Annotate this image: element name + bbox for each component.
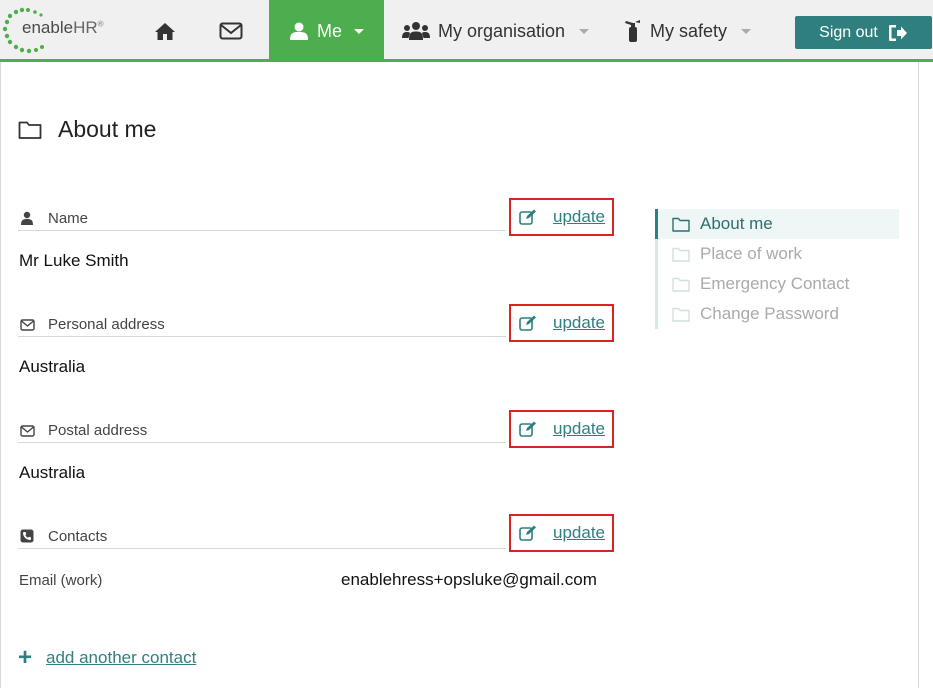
edit-icon [519,421,536,437]
sidenav-item-place-of-work[interactable]: Place of work [655,239,899,269]
postal-address-update-link[interactable]: update [553,419,605,439]
sidenav-item-label: Change Password [700,304,839,323]
nav-home[interactable] [148,0,182,62]
contacts-label: Contacts [48,528,108,545]
personal-address-label: Personal address [48,316,165,333]
add-another-contact-link[interactable]: add another contact [46,648,196,668]
envelope-icon [19,425,35,437]
contacts-update-highlight: update [509,514,614,552]
postal-address-value: Australia [19,463,86,482]
home-icon [155,23,175,40]
user-icon [289,22,308,40]
nav-my-safety-label: My safety [650,20,728,41]
folder-icon [672,247,690,262]
name-section-label: Name [48,210,89,227]
top-navbar: enableHR® Me My organisation My safety S… [0,0,933,62]
sidenav-item-label: About me [700,214,773,233]
chevron-down-icon [741,28,752,34]
logo-registered-mark: ® [97,19,104,29]
sidenav-item-about-me[interactable]: About me [655,209,899,239]
contact-type-label: Email (work) [19,572,103,589]
logo-text-enable: enable [22,18,74,37]
plus-icon: + [18,644,33,671]
nav-me[interactable]: Me [269,0,384,62]
sidenav-item-label: Emergency Contact [700,274,850,293]
content-border-right [918,62,919,688]
enablehr-logo[interactable]: enableHR® [2,4,114,56]
name-update-link[interactable]: update [553,207,605,227]
folder-icon [18,121,42,139]
name-section-header: Name [18,205,506,231]
content-border-left [0,62,1,688]
folder-icon [672,307,690,322]
nav-me-label: Me [316,20,342,41]
edit-icon [519,525,536,541]
name-update-highlight: update [509,198,614,236]
contacts-section-header: Contacts [18,523,506,549]
page-title-text: About me [58,116,157,142]
postal-address-label: Postal address [48,422,148,439]
edit-icon [519,315,536,331]
nav-messages[interactable] [214,0,248,62]
envelope-icon [19,319,35,331]
page-title: About me [18,116,156,143]
personal-address-value: Australia [19,357,86,376]
nav-my-organisation-label: My organisation [438,20,566,41]
sign-out-button[interactable]: Sign out [795,16,932,49]
fire-extinguisher-icon [625,20,640,42]
logo-text-hr: HR [73,18,98,37]
nav-my-safety[interactable]: My safety [622,0,762,62]
sidenav-item-emergency-contact[interactable]: Emergency Contact [655,269,899,299]
edit-icon [519,209,536,225]
logo-text: enableHR® [22,18,104,38]
chevron-down-icon [579,28,590,34]
contacts-update-link[interactable]: update [553,523,605,543]
envelope-icon [219,22,243,40]
postal-address-update-highlight: update [509,410,614,448]
user-icon [21,211,33,225]
add-contact-row[interactable]: + add another contact [18,644,196,671]
sign-out-icon [888,24,907,41]
profile-side-nav: About me Place of work Emergency Contact… [655,209,899,329]
phone-icon [20,529,34,543]
postal-address-section-header: Postal address [18,417,506,443]
sidenav-item-change-password[interactable]: Change Password [655,299,899,329]
name-value: Mr Luke Smith [19,251,129,270]
users-icon [402,22,430,40]
chevron-down-icon [354,28,364,34]
nav-my-organisation[interactable]: My organisation [402,0,592,62]
sidenav-item-label: Place of work [700,244,803,263]
personal-address-update-highlight: update [509,304,614,342]
folder-icon [672,217,690,232]
personal-address-update-link[interactable]: update [553,313,605,333]
sign-out-label: Sign out [819,23,878,41]
personal-address-section-header: Personal address [18,311,506,337]
contact-email-value: enablehress+opsluke@gmail.com [341,570,597,589]
folder-icon [672,277,690,292]
